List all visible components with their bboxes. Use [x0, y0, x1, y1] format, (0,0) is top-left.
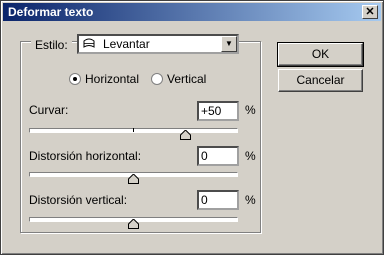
cancel-button[interactable]: Cancelar	[278, 69, 363, 92]
chevron-down-icon[interactable]: ▼	[221, 36, 237, 52]
dialog-window: Deformar texto ✕ Estilo: Levantar ▼ Hori…	[0, 0, 384, 255]
close-button[interactable]: ✕	[362, 5, 378, 19]
estilo-value: Levantar	[103, 37, 150, 51]
dist-v-label: Distorsión vertical:	[29, 193, 128, 207]
dist-h-label: Distorsión horizontal:	[29, 149, 142, 163]
estilo-label: Estilo:	[31, 38, 72, 52]
dist-v-input[interactable]	[197, 190, 239, 210]
dist-h-slider-thumb[interactable]	[128, 174, 139, 184]
title-bar: Deformar texto ✕	[3, 3, 381, 21]
vertical-radio[interactable]	[151, 73, 163, 85]
ok-button[interactable]: OK	[277, 42, 364, 67]
center-tick	[133, 128, 134, 132]
dist-v-slider-thumb[interactable]	[128, 219, 139, 229]
horizontal-label[interactable]: Horizontal	[85, 72, 139, 86]
vertical-label[interactable]: Vertical	[167, 72, 206, 86]
arc-style-icon	[83, 38, 95, 48]
curvar-unit: %	[245, 103, 256, 117]
estilo-dropdown[interactable]: Levantar ▼	[77, 34, 239, 54]
dist-h-input[interactable]	[197, 146, 239, 166]
curvar-slider-track[interactable]	[29, 128, 238, 133]
dist-h-unit: %	[245, 149, 256, 163]
dist-v-unit: %	[245, 193, 256, 207]
horizontal-radio[interactable]	[69, 73, 81, 85]
window-title: Deformar texto	[8, 5, 94, 19]
curvar-label: Curvar:	[29, 103, 69, 117]
curvar-slider-thumb[interactable]	[180, 130, 191, 140]
curvar-input[interactable]	[197, 101, 239, 121]
